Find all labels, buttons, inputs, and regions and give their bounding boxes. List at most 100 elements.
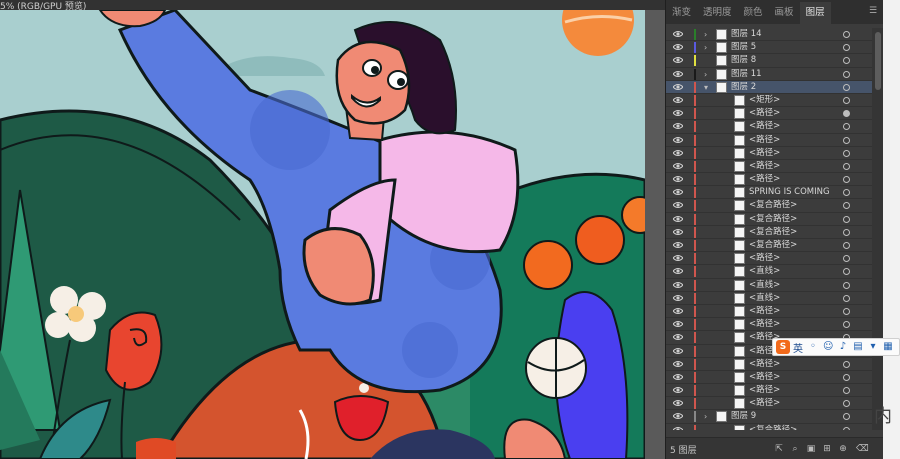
layer-name[interactable]: <直线> [749, 292, 780, 305]
target-circle-icon[interactable] [843, 176, 850, 184]
visibility-eye-icon[interactable] [673, 333, 683, 341]
target-circle-icon[interactable] [843, 268, 850, 276]
chevron-down-icon[interactable]: ▾ [704, 81, 708, 94]
target-circle-icon[interactable] [843, 294, 850, 302]
layer-name[interactable]: 图层 2 [731, 81, 756, 94]
object-row[interactable]: <复合路径> [666, 213, 872, 226]
object-row[interactable]: <路径> [666, 160, 872, 174]
target-circle-icon[interactable] [843, 110, 850, 118]
object-row[interactable]: <复合路径> [666, 226, 872, 239]
visibility-eye-icon[interactable] [673, 294, 683, 302]
layer-name[interactable]: <复合路径> [749, 213, 797, 226]
layer-name[interactable]: <路径> [749, 305, 780, 318]
layer-name[interactable]: <复合路径> [749, 226, 797, 239]
target-circle-icon[interactable] [843, 136, 850, 144]
microphone-icon[interactable]: ♪ [838, 342, 848, 352]
object-row[interactable]: <路径> [666, 147, 872, 160]
layer-name[interactable]: 图层 14 [731, 28, 762, 41]
object-row[interactable]: <路径> [666, 173, 872, 187]
ime-mode-toggle[interactable]: 英 [793, 340, 803, 355]
layer-name[interactable]: <复合路径> [749, 239, 797, 252]
ime-toolbar[interactable]: S 英 ◦ ☺ ♪ ▤ ▾ ▦ [772, 338, 900, 356]
layer-name[interactable]: SPRING IS COMING [749, 186, 830, 199]
object-row[interactable]: <路径> [666, 318, 872, 332]
chevron-right-icon[interactable]: › [704, 28, 707, 41]
target-circle-icon[interactable] [843, 44, 850, 52]
layer-name[interactable]: <复合路径> [749, 199, 797, 212]
target-circle-icon[interactable] [843, 413, 850, 421]
layer-name[interactable]: 图层 8 [731, 54, 756, 67]
object-row[interactable]: <路径> [666, 358, 872, 371]
trash-icon[interactable]: ⌫ [856, 444, 869, 454]
visibility-eye-icon[interactable] [673, 426, 683, 430]
layer-name[interactable]: 图层 9 [731, 410, 756, 423]
target-circle-icon[interactable] [843, 400, 850, 408]
visibility-eye-icon[interactable] [673, 109, 683, 117]
visibility-eye-icon[interactable] [673, 83, 683, 91]
visibility-eye-icon[interactable] [673, 30, 683, 38]
object-row[interactable]: <路径> [666, 384, 872, 398]
visibility-eye-icon[interactable] [673, 360, 683, 368]
target-circle-icon[interactable] [843, 281, 850, 289]
layer-name[interactable]: 图层 5 [731, 41, 756, 54]
layer-name[interactable]: <路径> [749, 358, 780, 371]
locate-object-icon[interactable]: ⌕ [790, 444, 800, 454]
layer-row[interactable]: ▾ 图层 2 [666, 80, 872, 94]
layer-name[interactable]: <直线> [749, 265, 780, 278]
layer-name[interactable]: <路径> [749, 397, 780, 410]
target-circle-icon[interactable] [843, 96, 850, 104]
object-row[interactable]: <直线> [666, 292, 872, 305]
visibility-eye-icon[interactable] [673, 320, 683, 328]
visibility-eye-icon[interactable] [673, 162, 683, 170]
object-row[interactable]: <复合路径> [666, 424, 872, 430]
toolbox-icon[interactable]: ▦ [883, 342, 893, 352]
new-layer-icon[interactable]: ⊕ [838, 444, 848, 454]
visibility-eye-icon[interactable] [673, 136, 683, 144]
layer-name[interactable]: <路径> [749, 147, 780, 160]
object-row[interactable]: <路径> [666, 305, 872, 319]
target-circle-icon[interactable] [843, 387, 850, 395]
layer-name[interactable]: <路径> [749, 120, 780, 133]
layer-name[interactable]: <路径> [749, 252, 780, 265]
visibility-eye-icon[interactable] [673, 254, 683, 262]
tab-layers[interactable]: 图层 [799, 2, 831, 24]
chevron-right-icon[interactable]: › [704, 41, 707, 54]
target-circle-icon[interactable] [843, 57, 850, 65]
target-circle-icon[interactable] [843, 321, 850, 329]
object-row[interactable]: <矩形> [666, 94, 872, 108]
object-row[interactable]: SPRING IS COMING [666, 186, 872, 200]
export-icon[interactable]: ⇱ [774, 444, 784, 454]
keyboard-icon[interactable]: ▤ [853, 342, 863, 352]
chevron-right-icon[interactable]: › [704, 68, 707, 81]
visibility-eye-icon[interactable] [673, 373, 683, 381]
visibility-eye-icon[interactable] [673, 399, 683, 407]
visibility-eye-icon[interactable] [673, 188, 683, 196]
layer-name[interactable]: <矩形> [749, 94, 780, 107]
chevron-right-icon[interactable]: › [704, 410, 707, 423]
target-circle-icon[interactable] [843, 255, 850, 263]
visibility-eye-icon[interactable] [673, 386, 683, 394]
document-tab[interactable]: 5% (RGB/GPU 预览) [0, 0, 665, 12]
visibility-eye-icon[interactable] [673, 96, 683, 104]
artboard-canvas[interactable] [0, 10, 645, 459]
layer-name[interactable]: <路径> [749, 371, 780, 384]
layer-row[interactable]: › 图层 11 [666, 68, 872, 81]
layer-name[interactable]: <直线> [749, 279, 780, 292]
target-circle-icon[interactable] [843, 123, 850, 131]
object-row[interactable]: <复合路径> [666, 239, 872, 253]
target-circle-icon[interactable] [843, 189, 850, 197]
object-row[interactable]: <复合路径> [666, 199, 872, 213]
skin-icon[interactable]: ▾ [868, 342, 878, 352]
target-circle-icon[interactable] [843, 228, 850, 236]
visibility-eye-icon[interactable] [673, 307, 683, 315]
visibility-eye-icon[interactable] [673, 412, 683, 420]
target-circle-icon[interactable] [843, 31, 850, 38]
layer-name[interactable]: <路径> [749, 160, 780, 173]
visibility-eye-icon[interactable] [673, 347, 683, 355]
layer-name[interactable]: <路径> [749, 134, 780, 147]
clipping-mask-icon[interactable]: ▣ [806, 444, 816, 454]
layer-row[interactable]: › 图层 14 [666, 28, 872, 42]
layer-name[interactable]: <路径> [749, 384, 780, 397]
ime-logo-icon[interactable]: S [776, 340, 790, 354]
layer-row[interactable]: 图层 8 [666, 54, 872, 68]
